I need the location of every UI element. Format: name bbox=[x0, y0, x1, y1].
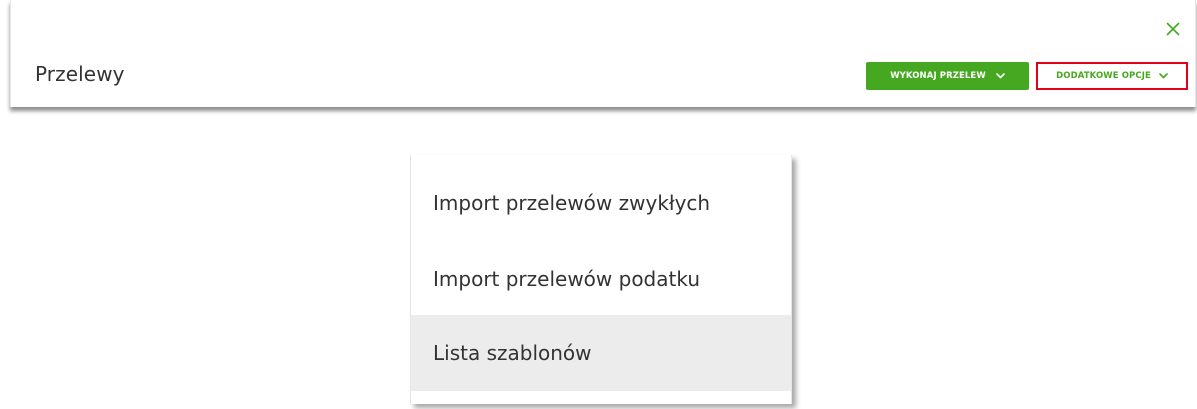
additional-options-button[interactable]: DODATKOWE OPCJE bbox=[1036, 62, 1188, 90]
chevron-down-icon bbox=[1159, 73, 1168, 79]
menu-item-import-regular-transfers[interactable]: Import przelewów zwykłych bbox=[411, 165, 791, 241]
close-icon[interactable] bbox=[1166, 22, 1182, 38]
make-transfer-button[interactable]: WYKONAJ PRZELEW bbox=[866, 62, 1029, 90]
chevron-down-icon bbox=[996, 73, 1005, 79]
menu-item-import-tax-transfers[interactable]: Import przelewów podatku bbox=[411, 241, 791, 317]
page-title: Przelewy bbox=[35, 62, 125, 86]
make-transfer-label: WYKONAJ PRZELEW bbox=[890, 71, 986, 81]
additional-options-dropdown: Import przelewów zwykłych Import przelew… bbox=[410, 155, 792, 404]
menu-item-template-list[interactable]: Lista szablonów bbox=[411, 315, 791, 391]
additional-options-label: DODATKOWE OPCJE bbox=[1056, 71, 1151, 81]
page-header: Przelewy WYKONAJ PRZELEW DODATKOWE OPCJE bbox=[10, 0, 1196, 107]
